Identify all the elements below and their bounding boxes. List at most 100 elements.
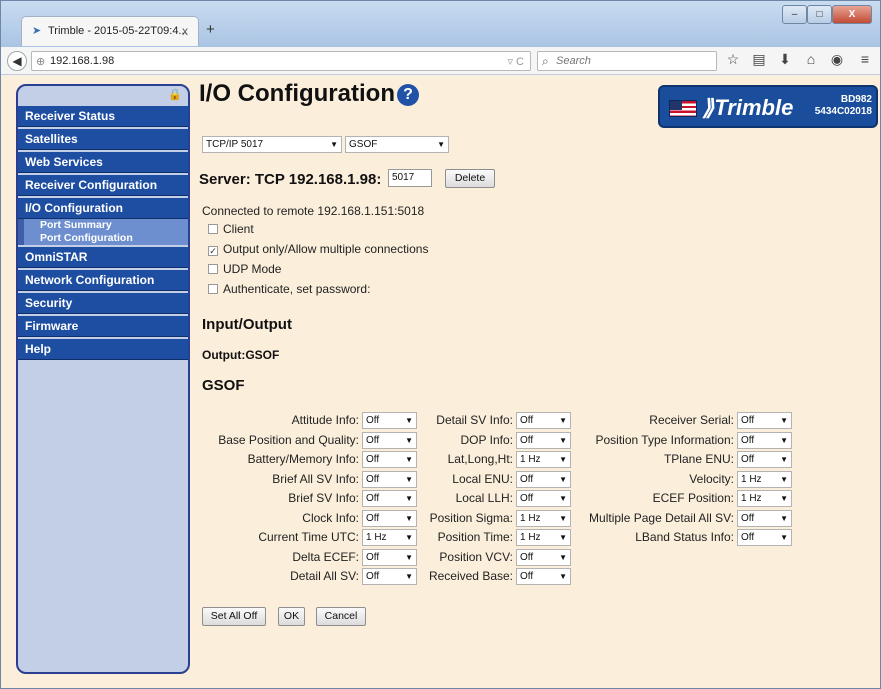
gsof-field-label: LBand Status Info: (635, 530, 734, 544)
chevron-down-icon: ▼ (405, 572, 413, 581)
gsof-rate-value: Off (366, 571, 380, 582)
reload-icon[interactable]: ▿ C (507, 55, 524, 68)
gsof-rate-select[interactable]: Off ▼ (362, 451, 417, 468)
minimize-button[interactable]: – (782, 5, 807, 24)
tab-close-icon[interactable]: x (182, 24, 188, 38)
reading-list-icon[interactable]: ▤ (749, 51, 769, 68)
server-label: Server: TCP 192.168.1.98: (199, 171, 382, 188)
bookmark-star-icon[interactable]: ☆ (723, 51, 743, 68)
gsof-rate-select[interactable]: 1 Hz ▼ (737, 471, 792, 488)
checkbox-box[interactable] (208, 284, 218, 294)
gsof-field-label: ECEF Position: (652, 491, 734, 505)
chevron-down-icon: ▼ (437, 140, 445, 149)
gsof-rate-select[interactable]: Off ▼ (737, 412, 792, 429)
chevron-down-icon: ▼ (405, 416, 413, 425)
lock-icon[interactable]: 🔒 (168, 88, 182, 101)
gsof-rate-select[interactable]: Off ▼ (362, 432, 417, 449)
sidebar-item-web-services[interactable]: Web Services (18, 152, 188, 173)
format-select[interactable]: GSOF ▼ (345, 136, 449, 153)
gsof-field-label: Receiver Serial: (649, 413, 734, 427)
download-icon[interactable]: ⬇ (775, 51, 795, 68)
search-icon: ⌕ (542, 54, 549, 68)
sidebar-item-satellites[interactable]: Satellites (18, 129, 188, 150)
port-field[interactable]: 5017 (388, 169, 432, 187)
chevron-down-icon: ▼ (780, 475, 788, 484)
gsof-field-label: Brief SV Info: (288, 491, 359, 505)
gsof-rate-select[interactable]: 1 Hz ▼ (516, 510, 571, 527)
sidebar-item-omnistar[interactable]: OmniSTAR (18, 247, 188, 268)
gsof-rate-value: 1 Hz (520, 532, 541, 543)
port-select[interactable]: TCP/IP 5017 ▼ (202, 136, 342, 153)
maximize-button[interactable]: □ (807, 5, 832, 24)
format-select-value: GSOF (349, 139, 378, 150)
gsof-rate-select[interactable]: 1 Hz ▼ (737, 490, 792, 507)
help-icon[interactable]: ? (396, 84, 419, 106)
gsof-rate-select[interactable]: Off ▼ (516, 490, 571, 507)
back-button[interactable]: ◀ (7, 51, 27, 71)
browser-window: ➤ Trimble - 2015-05-22T09:4... x + – □ X… (0, 0, 881, 689)
sidebar-item-network-configuration[interactable]: Network Configuration (18, 270, 188, 291)
gsof-rate-select[interactable]: Off ▼ (516, 549, 571, 566)
gsof-rate-select[interactable]: Off ▼ (362, 471, 417, 488)
close-window-button[interactable]: X (832, 5, 872, 24)
sidebar-submenu: Port Summary Port Configuration (18, 219, 188, 245)
tab-strip: ➤ Trimble - 2015-05-22T09:4... x + – □ X (1, 1, 880, 47)
search-box[interactable]: ⌕ (537, 51, 717, 71)
checkbox-box[interactable] (208, 224, 218, 234)
search-input[interactable] (556, 54, 711, 68)
new-tab-button[interactable]: + (206, 21, 215, 38)
browser-tab[interactable]: ➤ Trimble - 2015-05-22T09:4... x (21, 16, 199, 46)
gsof-rate-value: 1 Hz (366, 532, 387, 543)
output-only-checkbox[interactable]: ✓ Output only/Allow multiple connections (208, 242, 428, 256)
set-all-off-button[interactable]: Set All Off (202, 607, 266, 626)
gsof-rate-select[interactable]: Off ▼ (737, 510, 792, 527)
site-info-icon[interactable]: ⊕ (36, 55, 45, 68)
gsof-rate-select[interactable]: Off ▼ (737, 451, 792, 468)
authenticate-checkbox[interactable]: Authenticate, set password: (208, 282, 370, 296)
ok-button[interactable]: OK (278, 607, 305, 626)
client-checkbox[interactable]: Client (208, 222, 254, 236)
url-text: 192.168.1.98 (50, 55, 115, 67)
gsof-rate-select[interactable]: 1 Hz ▼ (516, 451, 571, 468)
gsof-rate-select[interactable]: 1 Hz ▼ (516, 529, 571, 546)
sidebar-item-io-configuration[interactable]: I/O Configuration (18, 198, 188, 219)
gsof-rate-select[interactable]: Off ▼ (362, 549, 417, 566)
chevron-down-icon: ▼ (405, 475, 413, 484)
gsof-rate-select[interactable]: Off ▼ (362, 412, 417, 429)
gsof-field-label: Position Time: (437, 530, 513, 544)
udp-mode-checkbox[interactable]: UDP Mode (208, 262, 281, 276)
gsof-rate-select[interactable]: Off ▼ (362, 510, 417, 527)
gsof-rate-select[interactable]: Off ▼ (737, 529, 792, 546)
sidebar-item-security[interactable]: Security (18, 293, 188, 314)
checkbox-box-checked[interactable]: ✓ (208, 246, 218, 256)
checkbox-label: Client (223, 222, 254, 236)
checkbox-box[interactable] (208, 264, 218, 274)
gsof-rate-select[interactable]: Off ▼ (516, 568, 571, 585)
chevron-down-icon: ▼ (780, 533, 788, 542)
pocket-icon[interactable]: ◉ (827, 51, 847, 68)
sidebar-item-help[interactable]: Help (18, 339, 188, 360)
gsof-rate-select[interactable]: Off ▼ (362, 490, 417, 507)
gsof-rate-select[interactable]: Off ▼ (516, 412, 571, 429)
gsof-rate-value: 1 Hz (520, 454, 541, 465)
chevron-down-icon: ▼ (780, 455, 788, 464)
delete-button[interactable]: Delete (445, 169, 495, 188)
sidebar-item-receiver-configuration[interactable]: Receiver Configuration (18, 175, 188, 196)
gsof-rate-select[interactable]: Off ▼ (362, 568, 417, 585)
sidebar-item-firmware[interactable]: Firmware (18, 316, 188, 337)
gsof-rate-select[interactable]: Off ▼ (516, 432, 571, 449)
sidebar-subitem-port-summary[interactable]: Port Summary (24, 219, 188, 232)
us-flag-icon (669, 100, 697, 117)
menu-icon[interactable]: ≡ (855, 51, 875, 67)
gsof-rate-select[interactable]: 1 Hz ▼ (362, 529, 417, 546)
address-bar[interactable]: ⊕ 192.168.1.98 ▿ C (31, 51, 531, 71)
sidebar-subitem-port-configuration[interactable]: Port Configuration (24, 232, 188, 245)
gsof-rate-select[interactable]: Off ▼ (516, 471, 571, 488)
home-icon[interactable]: ⌂ (801, 51, 821, 67)
page-title: I/O Configuration? (199, 80, 419, 108)
gsof-rate-value: Off (741, 415, 755, 426)
chevron-down-icon: ▼ (559, 416, 567, 425)
cancel-button[interactable]: Cancel (316, 607, 366, 626)
gsof-rate-select[interactable]: Off ▼ (737, 432, 792, 449)
sidebar-item-receiver-status[interactable]: Receiver Status (18, 106, 188, 127)
